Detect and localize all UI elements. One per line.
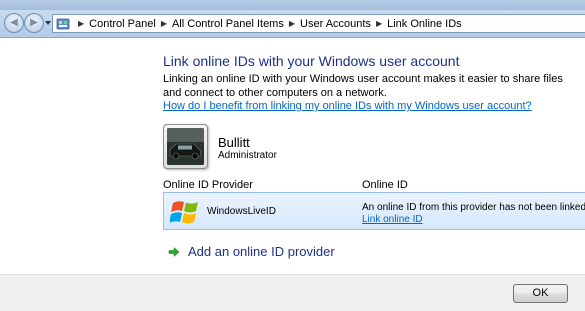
user-role: Administrator bbox=[218, 150, 277, 161]
back-button[interactable]: ◀ bbox=[4, 13, 24, 33]
avatar bbox=[163, 124, 208, 169]
control-panel-icon bbox=[56, 18, 70, 29]
table-row[interactable]: WindowsLiveID An online ID from this pro… bbox=[163, 192, 585, 230]
car-picture-icon bbox=[167, 128, 204, 165]
chevron-right-icon[interactable]: ▶ bbox=[376, 19, 382, 28]
breadcrumb[interactable]: ▶ Control Panel ▶ All Control Panel Item… bbox=[52, 14, 585, 33]
breadcrumb-link-online-ids[interactable]: Link Online IDs bbox=[387, 18, 462, 30]
add-provider-link[interactable]: Add an online ID provider bbox=[168, 244, 335, 259]
chevron-right-icon[interactable]: ▶ bbox=[289, 19, 295, 28]
green-arrow-icon bbox=[168, 246, 180, 257]
page-title: Link online IDs with your Windows user a… bbox=[163, 53, 460, 69]
main-content: Link online IDs with your Windows user a… bbox=[0, 38, 585, 274]
page-description: Linking an online ID with your Windows u… bbox=[163, 73, 563, 99]
column-header-provider: Online ID Provider bbox=[163, 179, 253, 191]
chevron-right-icon[interactable]: ▶ bbox=[78, 19, 84, 28]
breadcrumb-user-accounts[interactable]: User Accounts bbox=[300, 18, 371, 30]
add-provider-label: Add an online ID provider bbox=[188, 244, 335, 259]
address-bar: ◀ ▶ ▶ Control Panel ▶ All Control Panel … bbox=[0, 10, 585, 38]
link-online-id-link[interactable]: Link online ID bbox=[362, 214, 423, 225]
forward-button[interactable]: ▶ bbox=[24, 13, 44, 33]
breadcrumb-control-panel[interactable]: Control Panel bbox=[89, 18, 156, 30]
recent-pages-dropdown-icon[interactable] bbox=[45, 21, 51, 25]
user-name: Bullitt bbox=[218, 135, 250, 150]
link-status-text: An online ID from this provider has not … bbox=[362, 202, 585, 213]
dialog-footer: OK bbox=[0, 274, 585, 311]
breadcrumb-all-items[interactable]: All Control Panel Items bbox=[172, 18, 284, 30]
title-bar bbox=[0, 0, 585, 10]
ok-button[interactable]: OK bbox=[513, 284, 568, 303]
chevron-right-icon[interactable]: ▶ bbox=[161, 19, 167, 28]
provider-name: WindowsLiveID bbox=[207, 206, 276, 217]
windows-logo-icon bbox=[170, 201, 198, 224]
column-header-online-id: Online ID bbox=[362, 179, 408, 191]
help-link[interactable]: How do I benefit from linking my online … bbox=[163, 100, 532, 112]
